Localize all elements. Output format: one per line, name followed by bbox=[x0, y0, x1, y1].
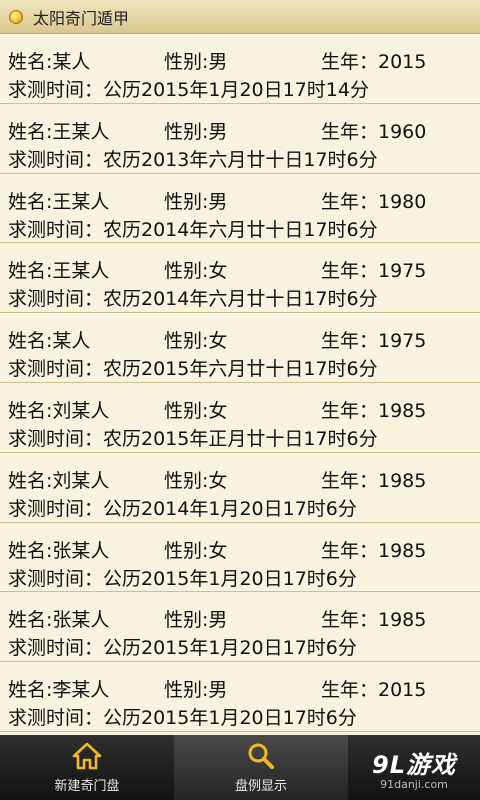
record-time: 求测时间：农历2013年六月廿十日17时6分 bbox=[8, 148, 378, 171]
record-name: 姓名:王某人 bbox=[8, 260, 110, 283]
record-birth-year: 生年：1980 bbox=[321, 190, 427, 213]
record-time: 求测时间：农历2015年六月廿十日17时6分 bbox=[8, 358, 378, 381]
tab-label: 新建奇门盘 bbox=[54, 779, 120, 794]
record-name: 姓名:张某人 bbox=[8, 539, 110, 562]
record-list[interactable]: 姓名:某人 性别:男 生年：2015 求测时间：公历2015年1月20日17时14分… bbox=[0, 34, 480, 735]
list-item[interactable]: 姓名:王某人 性别:男 生年：1960 求测时间：农历2013年六月廿十日17时6分 bbox=[0, 103, 480, 174]
record-gender: 性别:男 bbox=[164, 190, 228, 213]
record-time: 求测时间：农历2015年正月廿十日17时6分 bbox=[8, 427, 378, 450]
record-gender: 性别:女 bbox=[164, 539, 228, 562]
record-birth-year: 生年：2015 bbox=[321, 51, 427, 73]
record-gender: 性别:男 bbox=[164, 679, 228, 702]
record-time: 求测时间：公历2015年1月20日17时6分 bbox=[8, 707, 357, 730]
record-name: 姓名:王某人 bbox=[8, 120, 110, 143]
record-name: 姓名:李某人 bbox=[8, 679, 110, 702]
app-title: 太阳奇门遁甲 bbox=[33, 8, 130, 28]
record-gender: 性别:女 bbox=[164, 260, 228, 283]
app-logo-icon bbox=[9, 9, 23, 24]
record-name: 姓名:王某人 bbox=[8, 190, 110, 213]
record-birth-year: 生年：1985 bbox=[321, 609, 427, 632]
record-time: 求测时间：公历2015年1月20日17时14分 bbox=[8, 79, 369, 101]
list-item[interactable]: 姓名:刘某人 性别:女 生年：1985 求测时间：公历2014年1月20日17时6分 bbox=[0, 452, 480, 523]
tab-case-display[interactable]: 盘例显示 bbox=[174, 735, 348, 800]
record-birth-year: 生年：1985 bbox=[321, 539, 427, 562]
list-item[interactable]: 姓名:张某人 性别:女 生年：1985 求测时间：公历2015年1月20日17时6分 bbox=[0, 522, 480, 593]
record-name: 姓名:张某人 bbox=[8, 609, 110, 632]
list-item[interactable]: 姓名:某人 性别:男 生年：2015 求测时间：公历2015年1月20日17时14分 bbox=[0, 34, 480, 104]
list-item[interactable]: 姓名:张某人 性别:男 生年：1985 求测时间：公历2015年1月20日17时6分 bbox=[0, 592, 480, 663]
watermark-brand: 9L游戏 bbox=[372, 750, 456, 779]
record-gender: 性别:女 bbox=[164, 399, 228, 422]
record-birth-year: 生年：2015 bbox=[321, 679, 427, 702]
record-birth-year: 生年：1975 bbox=[321, 330, 427, 353]
search-icon bbox=[248, 743, 274, 769]
record-time: 求测时间：农历2014年六月廿十日17时6分 bbox=[8, 288, 378, 311]
watermark: 9L游戏 91danji.com bbox=[348, 735, 480, 800]
record-birth-year: 生年：1985 bbox=[321, 399, 427, 422]
watermark-url: 91danji.com bbox=[380, 777, 448, 791]
record-time: 求测时间：农历2014年六月廿十日17时6分 bbox=[8, 218, 378, 241]
record-gender: 性别:女 bbox=[164, 330, 228, 353]
record-gender: 性别:男 bbox=[164, 51, 228, 73]
record-name: 姓名:某人 bbox=[8, 330, 91, 353]
record-gender: 性别:男 bbox=[164, 609, 228, 632]
record-time: 求测时间：公历2014年1月20日17时6分 bbox=[8, 497, 357, 520]
record-birth-year: 生年：1975 bbox=[321, 260, 427, 283]
record-birth-year: 生年：1985 bbox=[321, 469, 427, 492]
list-item[interactable]: 姓名:王某人 性别:男 生年：1980 求测时间：农历2014年六月廿十日17时6分 bbox=[0, 173, 480, 244]
tab-new-chart[interactable]: 新建奇门盘 bbox=[0, 735, 174, 800]
tab-label: 盘例显示 bbox=[234, 779, 287, 794]
title-bar: 太阳奇门遁甲 bbox=[0, 0, 480, 34]
record-gender: 性别:女 bbox=[164, 469, 228, 492]
list-item[interactable]: 姓名:某人 性别:女 生年：1975 求测时间：农历2015年六月廿十日17时6分 bbox=[0, 313, 480, 383]
list-item[interactable]: 姓名:刘某人 性别:女 生年：1985 求测时间：农历2015年正月廿十日17时6分 bbox=[0, 382, 480, 453]
record-time: 求测时间：公历2015年1月20日17时6分 bbox=[8, 567, 357, 590]
list-item[interactable]: 姓名:李某人 性别:男 生年：2015 求测时间：公历2015年1月20日17时6分 bbox=[0, 662, 480, 732]
record-name: 姓名:刘某人 bbox=[8, 399, 110, 422]
record-gender: 性别:男 bbox=[164, 120, 228, 143]
record-name: 姓名:某人 bbox=[8, 51, 91, 73]
list-item[interactable]: 姓名:王某人 性别:女 生年：1975 求测时间：农历2014年六月廿十日17时6分 bbox=[0, 243, 480, 314]
record-time: 求测时间：公历2015年1月20日17时6分 bbox=[8, 637, 357, 660]
record-birth-year: 生年：1960 bbox=[321, 120, 427, 143]
bottom-tab-bar: 新建奇门盘 盘例显示 9L游戏 91danji.com bbox=[0, 735, 480, 800]
record-name: 姓名:刘某人 bbox=[8, 469, 110, 492]
home-icon bbox=[72, 742, 102, 770]
